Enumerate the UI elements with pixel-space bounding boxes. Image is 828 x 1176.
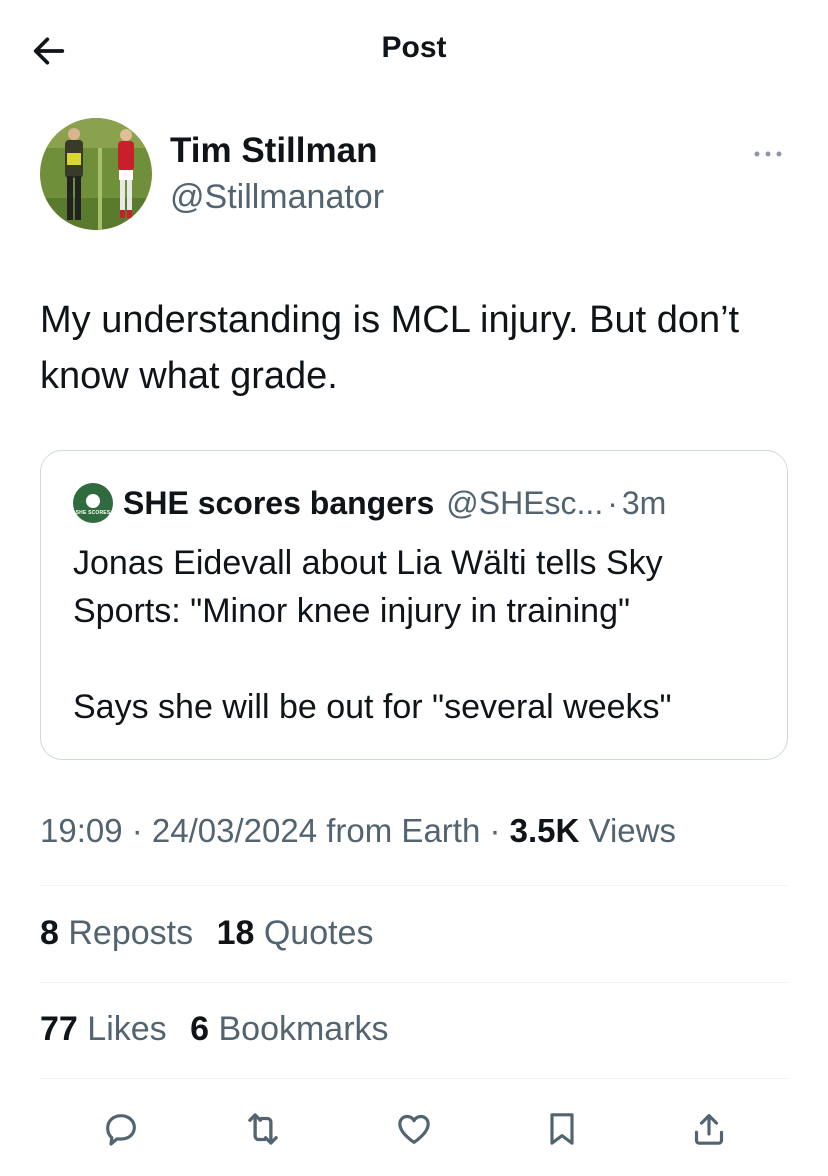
quotes-count: 18	[216, 914, 255, 952]
bookmarks-stat[interactable]: 6 Bookmarks	[190, 1010, 388, 1048]
views-label: Views	[579, 812, 676, 849]
avatar-photo	[40, 118, 152, 230]
post-meta: 19:09 · 24/03/2024 from Earth · 3.5K Vie…	[40, 812, 676, 850]
avatar[interactable]	[40, 118, 152, 230]
quoted-author-handle: @SHEsc...	[446, 484, 604, 521]
more-horizontal-icon	[754, 151, 782, 157]
quoted-time: 3m	[621, 484, 667, 521]
quoted-post-text: Jonas Eidevall about Lia Wälti tells Sky…	[73, 544, 672, 726]
reposts-count: 8	[40, 914, 59, 952]
share-button[interactable]	[684, 1104, 734, 1154]
quoted-author-name: SHE scores bangers	[123, 484, 435, 521]
quotes-stat[interactable]: 18 Quotes	[217, 914, 374, 952]
author-handle[interactable]: @Stillmanator	[170, 178, 384, 217]
ball-icon	[86, 493, 100, 508]
reply-button[interactable]	[96, 1104, 146, 1154]
reply-icon	[106, 1114, 136, 1146]
author-name[interactable]: Tim Stillman	[170, 131, 377, 171]
meta-separator: ·	[480, 812, 510, 849]
quoted-separator: ·	[607, 484, 618, 521]
quoted-avatar-text: SHE SCORES	[75, 509, 111, 516]
like-button[interactable]	[389, 1104, 439, 1154]
likes-label: Likes	[87, 1010, 167, 1048]
action-bar	[40, 1104, 788, 1154]
likes-stat[interactable]: 77 Likes	[40, 1010, 167, 1048]
divider	[40, 1078, 788, 1079]
more-button[interactable]	[748, 142, 788, 166]
quoted-post[interactable]: SHE SCORES SHE scores bangers @SHEsc... …	[40, 450, 788, 760]
likes-count: 77	[40, 1010, 78, 1048]
repost-button[interactable]	[238, 1104, 288, 1154]
post-author: Tim Stillman @Stillmanator	[40, 118, 788, 230]
bookmark-icon	[550, 1113, 574, 1145]
meta-separator: ·	[122, 812, 152, 849]
heart-icon	[398, 1114, 430, 1144]
quoted-post-header: SHE SCORES SHE scores bangers @SHEsc... …	[73, 481, 666, 525]
divider	[40, 885, 788, 886]
top-bar: Post	[0, 0, 828, 100]
post-source: from Earth	[317, 812, 481, 849]
share-icon	[694, 1114, 724, 1145]
reposts-label: Reposts	[68, 914, 194, 952]
stats-row-reposts: 8 Reposts 18 Quotes	[40, 914, 387, 953]
quoted-avatar: SHE SCORES	[73, 483, 113, 523]
quotes-label: Quotes	[263, 914, 374, 952]
bookmarks-count: 6	[190, 1010, 210, 1048]
reposts-stat[interactable]: 8 Reposts	[40, 914, 193, 952]
views-count: 3.5K	[509, 812, 580, 849]
divider	[40, 982, 788, 983]
stats-row-likes: 77 Likes 6 Bookmarks	[40, 1010, 403, 1049]
post-date: 24/03/2024	[151, 812, 318, 849]
repost-icon	[248, 1113, 278, 1145]
post-time: 19:09	[40, 812, 123, 849]
page-title: Post	[381, 31, 447, 64]
post-text: My understanding is MCL injury. But don’…	[40, 299, 740, 397]
bookmark-button[interactable]	[537, 1104, 587, 1154]
bookmarks-label: Bookmarks	[218, 1010, 389, 1048]
